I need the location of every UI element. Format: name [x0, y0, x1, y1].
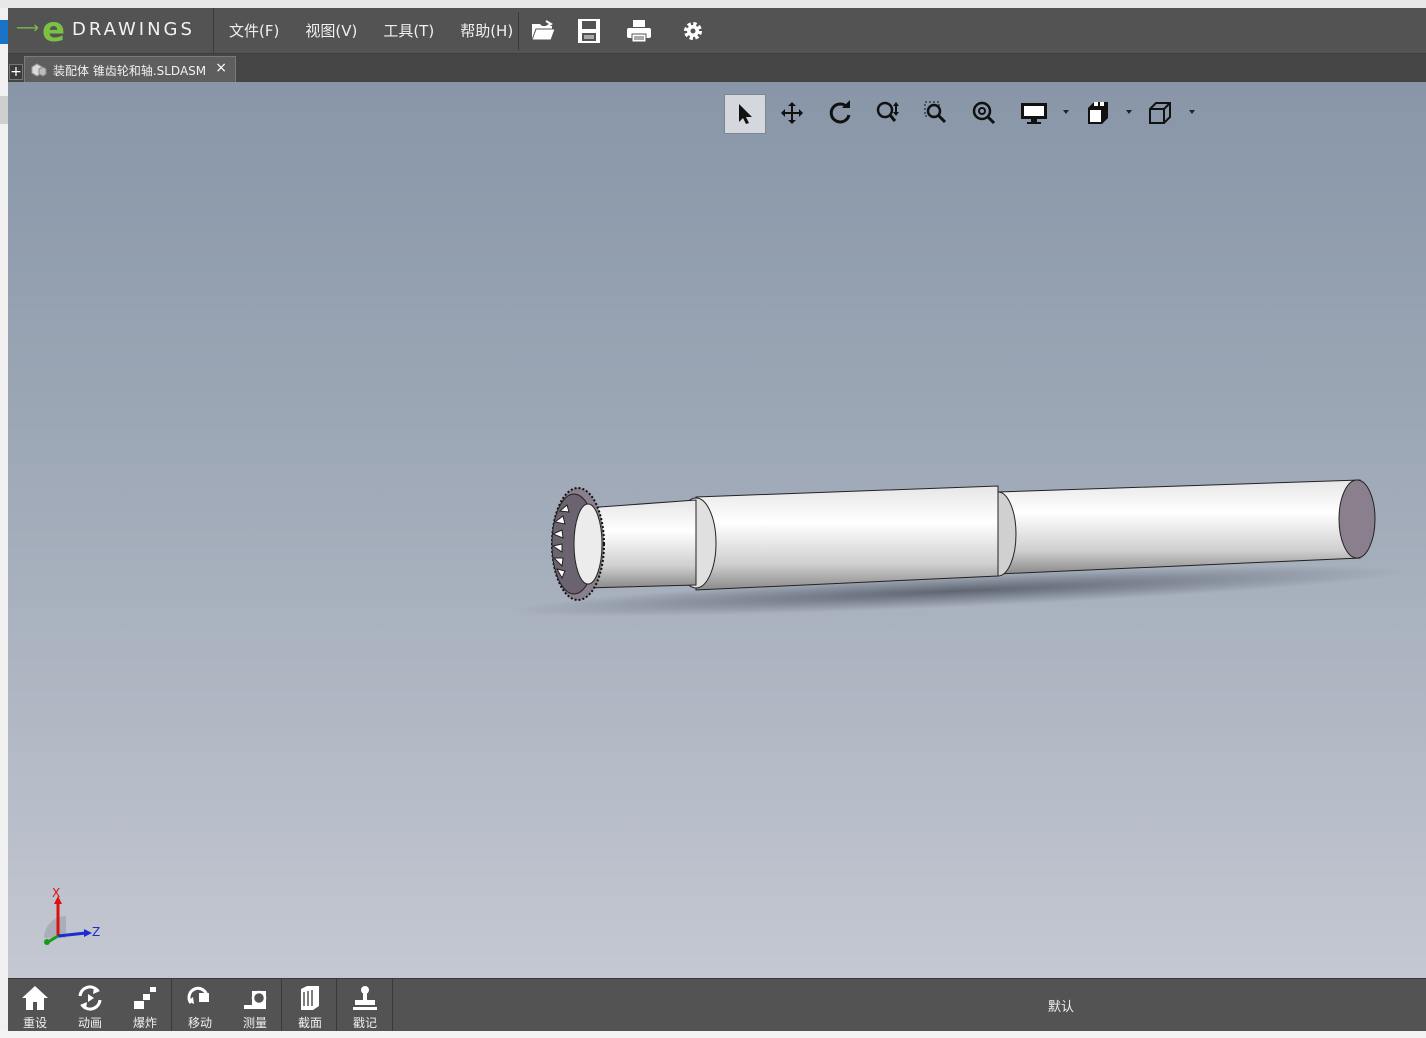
animate-icon [78, 985, 102, 1011]
stamp-label: 戳记 [352, 1016, 377, 1030]
move-icon [187, 986, 209, 1004]
document-tab[interactable]: 装配体 锥齿轮和轴.SLDASM × [24, 56, 236, 83]
explode-button[interactable]: 爆炸 [118, 979, 172, 1031]
section-button[interactable]: 截面 [283, 979, 337, 1031]
measure-label: 测量 [242, 1016, 267, 1030]
home-icon [22, 986, 48, 1010]
stamp-button[interactable]: 戳记 [338, 979, 392, 1031]
open-folder-icon[interactable] [528, 16, 558, 46]
explode-label: 爆炸 [132, 1016, 157, 1030]
new-tab-button[interactable]: + [9, 64, 23, 80]
bottom-toolbar: 重设 动画 爆炸 移动 测量 截面 戳记 默认 [8, 978, 1426, 1031]
background-window-bottom [0, 1030, 1426, 1038]
animate-label: 动画 [77, 1016, 102, 1030]
section-icon [301, 986, 319, 1010]
stamp-icon [353, 986, 377, 1010]
logo-arrow-icon: ⟶ [16, 18, 39, 37]
menu-tools[interactable]: 工具(T) [370, 20, 447, 41]
section-label: 截面 [297, 1016, 322, 1030]
save-icon[interactable] [574, 16, 604, 46]
triad-z-label: Z [92, 925, 100, 939]
menu-help[interactable]: 帮助(H) [447, 20, 526, 41]
bottom-separator [392, 979, 393, 1031]
menu-bar: 文件(F) 视图(V) 工具(T) 帮助(H) [216, 8, 526, 53]
menu-file[interactable]: 文件(F) [216, 20, 292, 41]
title-bar: ⟶ e DRAWINGS 文件(F) 视图(V) 工具(T) 帮助(H) [8, 8, 1426, 54]
move-label: 移动 [187, 1016, 212, 1030]
gear-shaft-model[interactable] [8, 82, 1426, 978]
print-icon[interactable] [624, 16, 654, 46]
background-window-strip [0, 0, 1426, 8]
bottom-separator [171, 979, 172, 1031]
edrawings-logo: ⟶ e DRAWINGS [8, 8, 214, 53]
explode-icon [134, 987, 156, 1009]
logo-e: e [42, 10, 66, 50]
settings-gear-icon[interactable] [678, 16, 708, 46]
document-tab-label: 装配体 锥齿轮和轴.SLDASM [53, 63, 207, 78]
bottom-separator [336, 979, 337, 1031]
menu-view[interactable]: 视图(V) [292, 20, 370, 41]
triad-x-label: X [52, 888, 60, 900]
logo-text: DRAWINGS [72, 19, 195, 40]
toolbar-separator [518, 12, 519, 50]
reset-label: 重设 [22, 1016, 47, 1030]
assembly-icon [31, 63, 47, 77]
move-button[interactable]: 移动 [173, 979, 227, 1031]
bottom-separator [281, 979, 282, 1031]
3d-viewport[interactable]: X Z [8, 82, 1426, 978]
measure-icon [244, 990, 267, 1009]
coordinate-triad: X Z [36, 886, 106, 952]
measure-button[interactable]: 测量 [228, 979, 282, 1031]
close-tab-icon[interactable]: × [215, 60, 227, 76]
reset-button[interactable]: 重设 [8, 979, 62, 1031]
edrawings-window: ⟶ e DRAWINGS 文件(F) 视图(V) 工具(T) 帮助(H) + 装… [8, 8, 1426, 1031]
animate-button[interactable]: 动画 [63, 979, 117, 1031]
document-tab-bar: + 装配体 锥齿轮和轴.SLDASM × [8, 54, 1426, 83]
configuration-name[interactable]: 默认 [1048, 996, 1074, 1015]
